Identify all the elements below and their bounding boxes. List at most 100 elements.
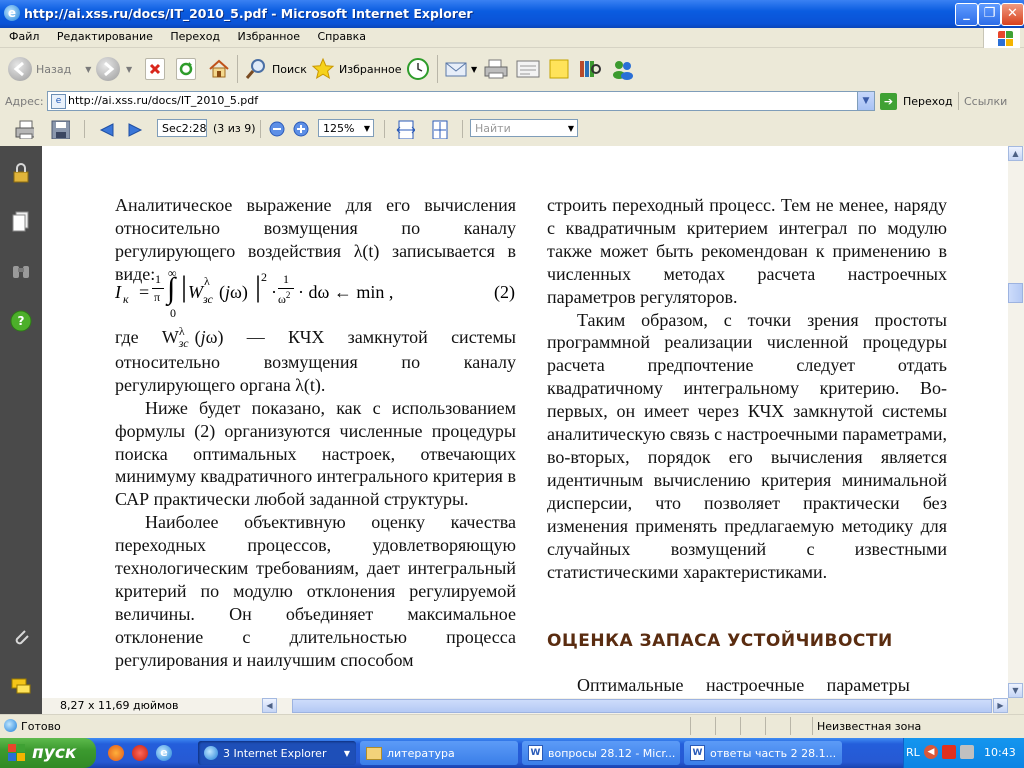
taskbar-item-word-questions[interactable]: W вопросы 28.12 - Micr... bbox=[522, 741, 680, 765]
home-button[interactable] bbox=[207, 53, 231, 85]
vertical-scroll-thumb[interactable] bbox=[1008, 283, 1023, 303]
search-button[interactable]: Поиск bbox=[244, 53, 307, 85]
formula-number: (2) bbox=[494, 282, 515, 302]
refresh-button[interactable] bbox=[176, 53, 196, 85]
opera-quicklaunch-icon[interactable] bbox=[132, 745, 148, 761]
page-number-input[interactable]: Sec2:28 bbox=[157, 119, 207, 137]
lock-icon[interactable] bbox=[10, 162, 32, 184]
taskbar-item-folder[interactable]: литература bbox=[360, 741, 518, 765]
binoculars-icon[interactable] bbox=[10, 260, 32, 282]
close-button[interactable]: ✕ bbox=[1001, 3, 1024, 26]
scroll-up-icon[interactable]: ▲ bbox=[1008, 146, 1023, 161]
pdf-document-view[interactable]: Аналитическое выражение для его вычислен… bbox=[42, 146, 1008, 698]
start-button[interactable]: пуск bbox=[0, 738, 96, 768]
previous-page-icon[interactable] bbox=[95, 119, 115, 139]
minimize-button[interactable]: _ bbox=[955, 3, 978, 26]
address-bar: Адрес: e http://ai.xss.ru/docs/IT_2010_5… bbox=[0, 90, 1024, 113]
menu-help[interactable]: Справка bbox=[311, 28, 373, 43]
find-dropdown-icon[interactable]: ▼ bbox=[568, 120, 574, 138]
task-group-dropdown-icon[interactable]: ▼ bbox=[344, 749, 350, 758]
forward-dropdown-icon[interactable]: ▼ bbox=[126, 65, 132, 74]
standard-toolbar: Назад ▼ ▼ Поиск Избранное ▼ bbox=[0, 48, 1024, 91]
menu-view[interactable]: Переход bbox=[163, 28, 227, 43]
menu-favorites[interactable]: Избранное bbox=[231, 28, 307, 43]
attachment-icon[interactable] bbox=[10, 626, 32, 648]
windows-logo-icon bbox=[983, 28, 1020, 48]
pdf-save-icon[interactable] bbox=[50, 119, 70, 139]
taskbar-item-word-answers[interactable]: W ответы часть 2 28.1... bbox=[684, 741, 842, 765]
discuss-button[interactable] bbox=[547, 53, 571, 85]
find-placeholder: Найти bbox=[475, 122, 511, 135]
mail-icon bbox=[445, 62, 467, 77]
right-paragraph-3: Оптимальные настроечные параметры bbox=[577, 675, 910, 695]
network-tray-icon[interactable] bbox=[960, 745, 974, 759]
star-icon bbox=[311, 57, 335, 80]
zoom-in-icon[interactable] bbox=[292, 120, 312, 140]
scroll-left-icon[interactable]: ◀ bbox=[262, 698, 277, 713]
home-icon bbox=[209, 59, 229, 78]
horizontal-scrollbar[interactable]: 8,27 x 11,69 дюймов ◀ ▶ bbox=[42, 698, 1008, 714]
page-icon: e bbox=[51, 94, 66, 109]
back-dropdown-icon[interactable]: ▼ bbox=[85, 65, 91, 74]
title-bar: e http://ai.xss.ru/docs/IT_2010_5.pdf - … bbox=[0, 0, 1024, 28]
stop-icon bbox=[145, 58, 165, 80]
edit-icon bbox=[516, 60, 540, 78]
left-paragraph-4: Наиболее объективную оценку качества пер… bbox=[115, 512, 516, 670]
history-button[interactable] bbox=[405, 53, 431, 85]
favorites-label: Избранное bbox=[339, 62, 402, 76]
mail-dropdown-icon[interactable]: ▼ bbox=[471, 65, 477, 74]
status-separator bbox=[790, 717, 791, 735]
zoom-out-icon[interactable] bbox=[268, 120, 288, 140]
status-bar: Готово Неизвестная зона bbox=[0, 714, 1024, 739]
ie-quicklaunch-icon[interactable]: e bbox=[156, 745, 172, 761]
fit-page-icon[interactable] bbox=[429, 119, 449, 139]
status-separator bbox=[715, 717, 716, 735]
find-input[interactable]: Найти ▼ bbox=[470, 119, 578, 137]
toolbar-separator bbox=[237, 55, 238, 83]
status-separator bbox=[740, 717, 741, 735]
clock[interactable]: 10:43 bbox=[984, 746, 1016, 759]
mail-button[interactable]: ▼ bbox=[444, 53, 477, 85]
refresh-icon bbox=[176, 58, 196, 80]
comments-icon[interactable] bbox=[10, 676, 32, 698]
pdf-print-icon[interactable] bbox=[14, 119, 34, 139]
menu-edit[interactable]: Редактирование bbox=[50, 28, 160, 43]
zoom-dropdown-icon[interactable]: ▼ bbox=[364, 120, 370, 138]
horizontal-scroll-thumb[interactable] bbox=[292, 699, 992, 713]
taskbar-item-internet-explorer[interactable]: 3 Internet Explorer ▼ bbox=[198, 741, 356, 765]
antivirus-tray-icon[interactable] bbox=[942, 745, 956, 759]
go-label: Переход bbox=[903, 94, 953, 108]
left-paragraph-3: Ниже будет показано, как с использование… bbox=[115, 397, 516, 510]
stop-button[interactable] bbox=[145, 53, 165, 85]
task-label: ответы часть 2 28.1... bbox=[710, 746, 837, 760]
links-label[interactable]: Ссылки bbox=[964, 95, 1007, 108]
favorites-button[interactable]: Избранное bbox=[311, 53, 401, 85]
next-page-icon[interactable] bbox=[125, 119, 145, 139]
address-input[interactable]: e http://ai.xss.ru/docs/IT_2010_5.pdf ▼ bbox=[47, 91, 875, 111]
pages-icon[interactable] bbox=[10, 210, 32, 232]
back-button[interactable]: Назад ▼ bbox=[8, 53, 91, 85]
print-button[interactable] bbox=[483, 53, 509, 85]
tray-expand-icon[interactable]: ◀ bbox=[924, 745, 938, 759]
address-url[interactable]: http://ai.xss.ru/docs/IT_2010_5.pdf bbox=[68, 94, 258, 107]
address-dropdown-icon[interactable]: ▼ bbox=[857, 92, 874, 110]
vertical-scrollbar[interactable]: ▲ ▼ bbox=[1008, 146, 1024, 698]
task-label: вопросы 28.12 - Micr... bbox=[548, 746, 676, 760]
zoom-select[interactable]: 125% ▼ bbox=[318, 119, 374, 137]
scroll-down-icon[interactable]: ▼ bbox=[1008, 683, 1023, 698]
magnifier-icon bbox=[245, 59, 265, 79]
go-button[interactable]: ➔ Переход bbox=[880, 92, 953, 110]
menu-file[interactable]: Файл bbox=[0, 28, 46, 43]
system-tray: RL ◀ 10:43 bbox=[903, 738, 1024, 768]
research-button[interactable] bbox=[577, 53, 603, 85]
firefox-quicklaunch-icon[interactable] bbox=[108, 745, 124, 761]
fit-width-icon[interactable] bbox=[395, 119, 415, 139]
forward-button[interactable]: ▼ bbox=[96, 53, 132, 85]
folder-icon bbox=[366, 746, 382, 760]
help-icon[interactable]: ? bbox=[10, 310, 32, 332]
language-indicator[interactable]: RL bbox=[906, 746, 920, 759]
maximize-button[interactable]: ❐ bbox=[978, 3, 1001, 26]
edit-button[interactable] bbox=[515, 53, 541, 85]
messenger-button[interactable] bbox=[610, 53, 636, 85]
scroll-right-icon[interactable]: ▶ bbox=[993, 698, 1008, 713]
